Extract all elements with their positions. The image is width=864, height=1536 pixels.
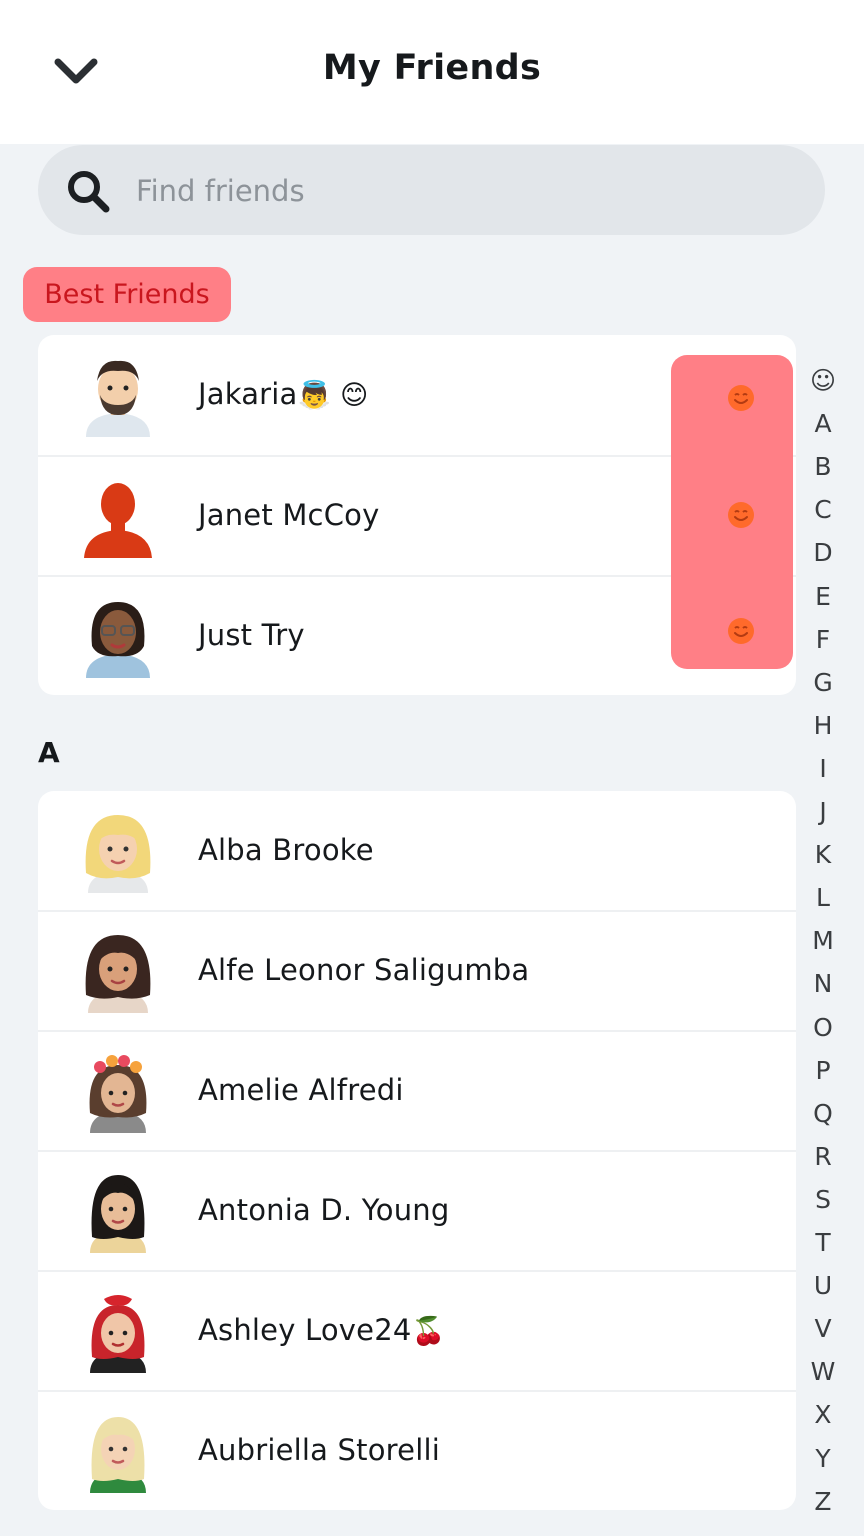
list-item[interactable]: Alfe Leonor Saligumba [38,911,796,1031]
smiley-icon [728,385,754,411]
index-letter[interactable]: D [804,538,842,567]
list-item[interactable]: Antonia D. Young [38,1151,796,1271]
avatar [90,1295,146,1373]
avatar [85,935,151,1013]
index-letter[interactable]: C [804,495,842,524]
search-input[interactable] [134,167,778,215]
index-letter[interactable]: B [804,452,842,481]
section-header: A [38,736,60,769]
list-item[interactable]: Aubriella Storelli [38,1391,796,1510]
index-letter[interactable]: F [804,625,842,654]
list-item[interactable]: Ashley Love24🍒 [38,1271,796,1391]
index-letter[interactable]: R [804,1142,842,1171]
friend-name: Aubriella Storelli [198,1433,440,1467]
avatar [90,1175,146,1253]
index-letter[interactable]: X [804,1400,842,1429]
friend-name: Ashley Love24🍒 [198,1313,446,1347]
index-letter[interactable]: Q [804,1099,842,1128]
best-friends-label: Best Friends [23,267,231,322]
friends-list-a: Alba Brooke Alfe Leonor Saligumba Amelie… [38,791,796,1510]
index-letter[interactable]: J [804,797,842,826]
friend-name: Alfe Leonor Saligumba [198,953,530,987]
index-letter[interactable]: H [804,711,842,740]
page-title: My Friends [322,48,542,88]
index-letter[interactable]: A [804,409,842,438]
smiley-icon [728,502,754,528]
index-letter[interactable]: O [804,1013,842,1042]
index-letter[interactable]: W [804,1357,842,1386]
index-letter[interactable]: T [804,1228,842,1257]
friend-name: Amelie Alfredi [198,1073,404,1107]
index-letter[interactable]: K [804,840,842,869]
emoji-index-icon[interactable]: ☺ [804,366,842,395]
friend-name: Jakaria👼 😊 [198,377,369,411]
avatar [89,1055,147,1133]
avatar [85,815,151,893]
index-letter[interactable]: Y [804,1444,842,1473]
friend-name: Just Try [198,618,305,652]
index-letter[interactable]: I [804,754,842,783]
index-letter[interactable]: S [804,1185,842,1214]
index-letter[interactable]: G [804,668,842,697]
friend-name: Janet McCoy [198,498,380,532]
index-letter[interactable]: N [804,969,842,998]
index-letter[interactable]: P [804,1056,842,1085]
index-letter[interactable]: U [804,1271,842,1300]
friend-name: Antonia D. Young [198,1193,450,1227]
search-icon [68,171,110,213]
index-letter[interactable]: M [804,926,842,955]
index-letter[interactable]: L [804,883,842,912]
avatar [86,602,150,678]
list-item[interactable]: Amelie Alfredi [38,1031,796,1151]
index-letter[interactable]: E [804,582,842,611]
list-item[interactable]: Alba Brooke [38,791,796,911]
avatar [90,1417,146,1493]
avatar [86,360,150,437]
index-letter[interactable]: Z [804,1487,842,1516]
index-letter[interactable]: V [804,1314,842,1343]
avatar [84,483,152,558]
top-bar: My Friends [0,0,864,144]
friend-name: Alba Brooke [198,833,374,867]
search-bar[interactable] [38,145,825,235]
smiley-icon [728,618,754,644]
